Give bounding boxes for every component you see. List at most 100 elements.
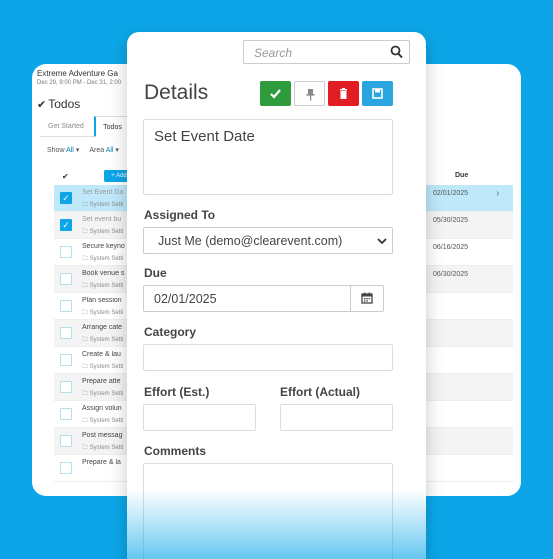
search-placeholder: Search	[254, 46, 293, 60]
area-filter-value: All	[105, 147, 114, 154]
todo-category: 🗀 System Setti	[82, 443, 128, 453]
folder-icon: 🗀	[82, 445, 90, 451]
todo-category: 🗀 System Setti	[82, 389, 128, 399]
check-icon	[270, 89, 281, 99]
todo-checkbox[interactable]	[60, 435, 72, 447]
chevron-right-icon: ›	[496, 188, 500, 199]
complete-button[interactable]	[260, 81, 291, 106]
folder-icon: 🗀	[82, 256, 90, 262]
folder-icon: 🗀	[82, 337, 90, 343]
due-date-value: 02/01/2025	[154, 292, 217, 306]
todo-category: 🗀 System Setti	[82, 200, 128, 210]
effort-actual-input[interactable]	[280, 404, 393, 431]
todo-name: Post messag	[82, 432, 123, 439]
todo-category: 🗀 System Setti	[82, 308, 128, 318]
todo-filters: Show All ▾ Area All ▾	[47, 146, 119, 154]
delete-button[interactable]	[328, 81, 359, 106]
folder-icon: 🗀	[82, 364, 90, 370]
todo-checkbox[interactable]	[60, 354, 72, 366]
select-all-check-icon[interactable]: ✔	[62, 172, 69, 181]
todo-category-text: System Setti	[89, 283, 124, 289]
comments-label: Comments	[144, 444, 207, 458]
todo-checkbox[interactable]	[60, 300, 72, 312]
todo-category: 🗀 System Setti	[82, 416, 128, 426]
area-filter-label: Area	[89, 147, 105, 154]
todo-due-date: 05/30/2025	[433, 217, 469, 224]
todo-checkbox[interactable]	[60, 462, 72, 474]
category-input[interactable]	[143, 344, 393, 371]
pin-button[interactable]	[294, 81, 325, 106]
todo-title-value: Set Event Date	[154, 128, 255, 145]
todo-name: Book venue s	[82, 270, 125, 277]
todo-due-date: 06/30/2025	[433, 271, 469, 278]
category-label: Category	[144, 325, 197, 339]
trash-icon	[340, 88, 347, 99]
todo-checkbox[interactable]: ✓	[60, 192, 72, 204]
todo-name: Assign volun	[82, 405, 122, 412]
pin-icon	[306, 89, 315, 101]
column-due-header[interactable]: Due	[455, 172, 468, 179]
todo-checkbox[interactable]: ✓	[60, 219, 72, 231]
todo-name: Arrange cate	[82, 324, 123, 331]
todo-category-text: System Setti	[89, 202, 124, 208]
effort-est-label: Effort (Est.)	[144, 385, 210, 399]
assigned-to-value: Just Me (demo@clearevent.com)	[158, 234, 343, 248]
todo-category: 🗀 System Setti	[82, 362, 128, 372]
event-date-range: Dec 29, 9:00 PM - Dec 31, 2:00	[37, 80, 122, 86]
todo-category: 🗀 System Setti	[82, 254, 128, 264]
assigned-to-label: Assigned To	[144, 208, 216, 222]
search-icon[interactable]	[390, 45, 403, 59]
caret-down-icon: ▾	[115, 147, 119, 154]
folder-icon: 🗀	[82, 229, 90, 235]
calendar-icon[interactable]	[361, 292, 373, 304]
todo-category: 🗀 System Setti	[82, 281, 128, 291]
bottom-fade-overlay	[127, 490, 426, 559]
todo-name: Prepare & la	[82, 459, 121, 466]
tab-get-started[interactable]: Get Started	[48, 116, 84, 137]
folder-icon: 🗀	[82, 418, 90, 424]
todo-checkbox[interactable]	[60, 327, 72, 339]
caret-down-icon: ▾	[75, 147, 80, 154]
due-date-input[interactable]: 02/01/2025	[143, 285, 384, 312]
todo-category: 🗀 System Setti	[82, 335, 128, 345]
todo-category-text: System Setti	[89, 445, 124, 451]
todo-due-date: 02/01/2025	[433, 190, 469, 197]
todos-heading-text: Todos	[48, 97, 81, 111]
folder-icon: 🗀	[82, 391, 90, 397]
todo-category-text: System Setti	[89, 364, 124, 370]
save-button[interactable]	[362, 81, 393, 106]
todo-category: 🗀 System Setti	[82, 227, 128, 237]
todo-category-text: System Setti	[89, 337, 124, 343]
details-title: Details	[144, 81, 209, 104]
todo-name: Secure keyno	[82, 243, 125, 250]
todos-heading: ✔ Todos	[37, 97, 80, 111]
event-title[interactable]: Extreme Adventure Ga	[37, 69, 118, 78]
todo-name: Create & lau	[82, 351, 121, 358]
todo-name: Set Event Da	[82, 189, 124, 196]
todo-checkbox[interactable]	[60, 273, 72, 285]
todo-name: Plan session	[82, 297, 122, 304]
todo-category-text: System Setti	[89, 229, 124, 235]
todo-category-text: System Setti	[89, 310, 124, 316]
todo-name: Set event bu	[82, 216, 122, 223]
folder-icon: 🗀	[82, 202, 90, 208]
due-label: Due	[144, 266, 167, 280]
area-filter[interactable]: Area All ▾	[89, 147, 119, 154]
todo-checkbox[interactable]	[60, 246, 72, 258]
effort-est-input[interactable]	[143, 404, 256, 431]
todo-title-field[interactable]: Set Event Date	[143, 119, 393, 195]
show-filter[interactable]: Show All ▾	[47, 147, 79, 154]
todo-checkbox[interactable]	[60, 408, 72, 420]
search-input[interactable]: Search	[243, 40, 410, 64]
todo-category-text: System Setti	[89, 418, 124, 424]
details-panel: Search Details Set Event Date Assigned T…	[127, 32, 426, 559]
todos-tabs: Get Started Todos	[40, 116, 130, 137]
show-filter-label: Show	[47, 147, 65, 154]
show-filter-value: All	[66, 147, 74, 154]
folder-icon: 🗀	[82, 310, 90, 316]
todo-due-date: 06/16/2025	[433, 244, 469, 251]
todo-checkbox[interactable]	[60, 381, 72, 393]
assigned-to-select[interactable]: Just Me (demo@clearevent.com)	[143, 227, 393, 254]
effort-actual-label: Effort (Actual)	[280, 385, 360, 399]
tab-todos[interactable]: Todos	[94, 116, 130, 137]
